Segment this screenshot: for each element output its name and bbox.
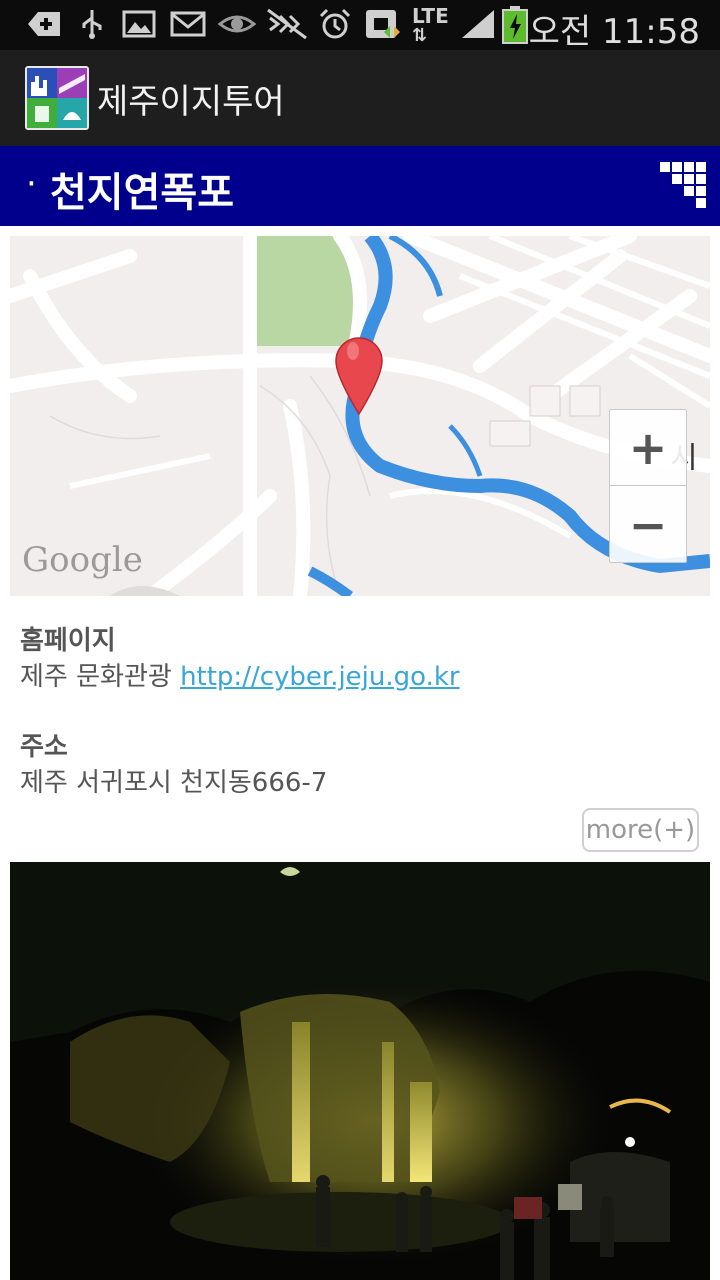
image-icon [122, 10, 156, 38]
usb-icon [82, 10, 102, 39]
more-button[interactable]: more(+) [582, 808, 699, 852]
page-header: · 천지연폭포 [0, 146, 720, 226]
app-logo[interactable] [25, 66, 89, 130]
status-bar: LTE ⇅ 오전 11:58 [0, 0, 720, 52]
title-bullet: · [26, 164, 37, 204]
page-title: 천지연폭포 [50, 170, 234, 216]
homepage-prefix: 제주 문화관광 [20, 662, 181, 692]
zoom-control: + − [609, 409, 687, 563]
mail-icon [170, 11, 206, 37]
zoom-out-button[interactable]: − [610, 487, 686, 563]
google-attribution: Google [22, 540, 143, 580]
app-bar: 제주이지투어 [0, 50, 720, 146]
signal-icon [462, 10, 494, 38]
zoom-in-button[interactable]: + [610, 410, 686, 486]
homepage-link[interactable]: http://cyber.jeju.go.kr [180, 662, 460, 692]
homepage-label: 홈페이지 [20, 626, 116, 656]
sync-icon [366, 10, 400, 38]
battery-icon [502, 6, 528, 44]
add-icon [28, 12, 60, 36]
lte-icon: LTE ⇅ [412, 4, 449, 46]
homepage-value: 제주 문화관광 http://cyber.jeju.go.kr [20, 656, 460, 693]
app-title: 제주이지투어 [97, 82, 285, 122]
status-time: 오전 11:58 [528, 12, 700, 52]
alarm-icon [319, 8, 351, 39]
eye-icon [218, 15, 256, 33]
mute-icon [267, 8, 307, 40]
waterfall-photo [10, 862, 710, 1280]
address-value: 제주 서귀포시 천지동666-7 [20, 768, 328, 798]
menu-grid-icon[interactable] [658, 160, 708, 210]
address-label: 주소 [20, 732, 68, 762]
